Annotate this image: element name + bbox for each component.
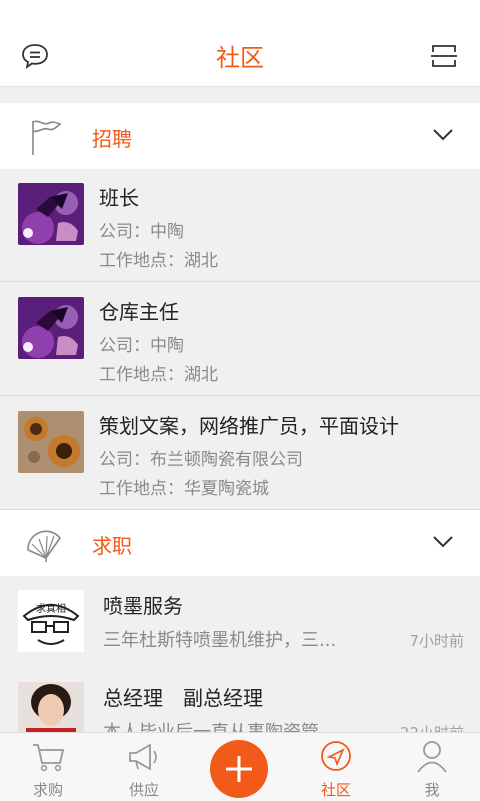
top-bar: 社区 <box>0 0 480 87</box>
post-title: 喷墨服务 <box>103 594 183 618</box>
scan-icon[interactable] <box>430 42 458 70</box>
avatar: 求真相 <box>18 590 84 652</box>
tab-supply[interactable]: 供应 <box>96 733 192 801</box>
post-thumbnail <box>18 297 84 359</box>
post-description: 三年杜斯特喷墨机维护，三... <box>103 630 337 651</box>
avatar-text: 求真相 <box>36 602 66 615</box>
list-item[interactable]: 策划文案，网络推广员，平面设计 公司：布兰顿陶瓷有限公司 工作地点：华夏陶瓷城 <box>0 397 480 510</box>
tab-buy[interactable]: 求购 <box>0 733 96 801</box>
jobseek-section-header[interactable]: 求职 <box>0 510 480 576</box>
tab-me[interactable]: 我 <box>384 733 480 801</box>
post-title: 总经理 副总经理 <box>103 686 263 710</box>
page-title: 社区 <box>216 44 264 72</box>
tab-community[interactable]: 社区 <box>288 733 384 801</box>
recruit-section-header[interactable]: 招聘 <box>0 103 480 169</box>
flag-icon <box>32 120 62 155</box>
megaphone-icon <box>129 743 157 771</box>
tab-label: 我 <box>424 781 440 799</box>
post-company: 公司：中陶 <box>99 222 184 242</box>
publish-button[interactable] <box>210 740 268 798</box>
post-title: 班长 <box>99 186 139 210</box>
post-location: 工作地点：湖北 <box>99 251 218 271</box>
post-title: 策划文案，网络推广员，平面设计 <box>99 414 399 438</box>
tab-label: 求购 <box>32 781 63 799</box>
post-title: 仓库主任 <box>99 300 179 324</box>
post-location: 工作地点：湖北 <box>99 365 218 385</box>
post-thumbnail <box>18 183 84 245</box>
list-item[interactable]: 求真相 喷墨服务 三年杜斯特喷墨机维护，三... 7小时前 <box>0 576 480 669</box>
plus-icon <box>226 756 252 782</box>
tab-label: 供应 <box>128 781 159 799</box>
user-icon <box>417 741 447 773</box>
compass-icon <box>321 741 351 771</box>
chevron-down-icon[interactable] <box>432 534 454 550</box>
post-location: 工作地点：华夏陶瓷城 <box>99 479 269 499</box>
list-item[interactable]: 仓库主任 公司：中陶 工作地点：湖北 <box>0 283 480 396</box>
post-company: 公司：中陶 <box>99 336 184 356</box>
fan-icon <box>27 530 62 562</box>
list-item[interactable]: 班长 公司：中陶 工作地点：湖北 <box>0 169 480 282</box>
recruit-title: 招聘 <box>92 127 132 151</box>
post-thumbnail <box>18 411 84 473</box>
post-time: 7小时前 <box>409 632 464 650</box>
cart-icon <box>33 744 65 772</box>
chevron-down-icon[interactable] <box>432 127 454 143</box>
jobseek-title: 求职 <box>92 534 132 558</box>
tab-label: 社区 <box>320 781 351 799</box>
post-company: 公司：布兰顿陶瓷有限公司 <box>99 450 303 470</box>
